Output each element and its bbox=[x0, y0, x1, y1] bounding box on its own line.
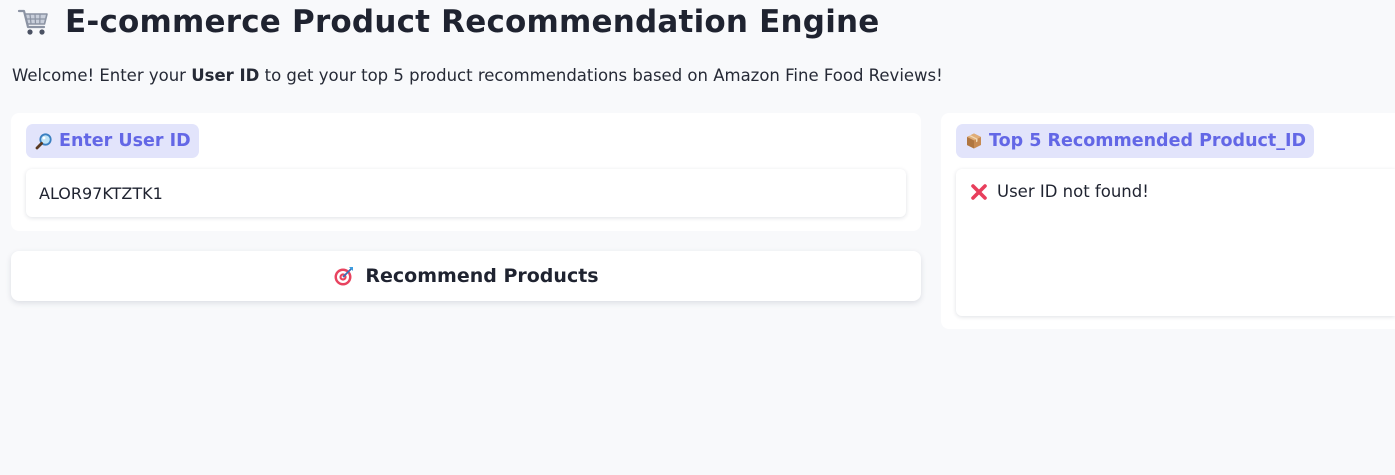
recommend-products-button[interactable]: Recommend Products bbox=[11, 251, 921, 301]
user-id-field-box bbox=[26, 169, 906, 217]
recommendations-label: Top 5 Recommended Product_ID bbox=[956, 124, 1315, 158]
target-icon bbox=[333, 265, 355, 287]
cross-mark-icon bbox=[970, 183, 988, 201]
recommendations-output: User ID not found! bbox=[956, 169, 1395, 316]
app-page: E-commerce Product Recommendation Engine… bbox=[0, 0, 1395, 475]
recommendations-panel: Top 5 Recommended Product_ID User ID not… bbox=[941, 113, 1395, 329]
intro-text-emphasis: User ID bbox=[191, 66, 260, 85]
result-text: User ID not found! bbox=[997, 182, 1149, 201]
user-id-input[interactable] bbox=[26, 169, 889, 217]
user-id-label: Enter User ID bbox=[26, 124, 199, 158]
intro-text: Welcome! Enter your User ID to get your … bbox=[12, 66, 943, 85]
intro-text-start: Welcome! Enter your bbox=[12, 66, 192, 85]
package-icon bbox=[965, 132, 983, 150]
recommend-button-label: Recommend Products bbox=[365, 265, 599, 287]
page-title: E-commerce Product Recommendation Engine bbox=[65, 4, 880, 40]
shopping-cart-icon bbox=[17, 5, 51, 39]
magnifier-icon bbox=[35, 132, 53, 150]
intro-text-end: to get your top 5 product recommendation… bbox=[259, 66, 943, 85]
user-id-label-text: Enter User ID bbox=[59, 131, 191, 151]
recommendations-label-text: Top 5 Recommended Product_ID bbox=[989, 131, 1307, 151]
page-header: E-commerce Product Recommendation Engine bbox=[17, 2, 880, 42]
result-message: User ID not found! bbox=[970, 182, 1149, 201]
user-id-panel: Enter User ID bbox=[11, 113, 921, 231]
